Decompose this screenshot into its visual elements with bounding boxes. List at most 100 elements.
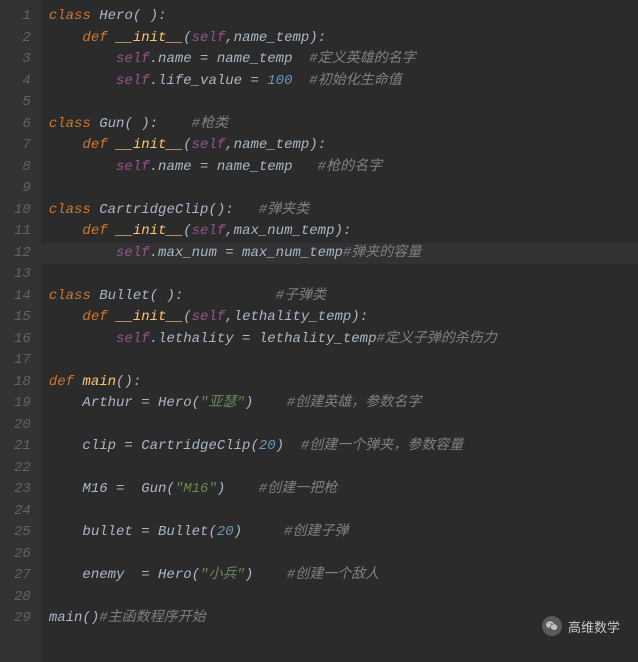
line-number: 17 [14, 350, 31, 372]
token: __init__ [116, 223, 183, 239]
token: , [225, 137, 233, 153]
token: class [49, 116, 99, 132]
token: def [49, 374, 83, 390]
token: .name = name_temp [150, 51, 310, 67]
token: ( [183, 309, 191, 325]
line-number: 19 [14, 393, 31, 415]
token: , [225, 309, 233, 325]
token: self [116, 159, 150, 175]
line-number: 27 [14, 565, 31, 587]
token: __init__ [116, 309, 183, 325]
code-line[interactable]: self.name = name_temp #定义英雄的名字 [41, 49, 638, 71]
line-number: 23 [14, 479, 31, 501]
line-number: 1 [14, 6, 31, 28]
code-line[interactable] [41, 264, 638, 286]
token [49, 309, 83, 325]
token [49, 73, 116, 89]
token: #定义子弹的杀伤力 [376, 331, 496, 347]
code-line[interactable] [41, 458, 638, 480]
token: def [82, 30, 116, 46]
line-number: 20 [14, 415, 31, 437]
token: , [225, 30, 233, 46]
token [49, 331, 116, 347]
token [49, 51, 116, 67]
token: ( [183, 30, 191, 46]
token: lethality_temp [234, 309, 352, 325]
code-line[interactable]: def __init__(self,name_temp): [41, 135, 638, 157]
line-number: 22 [14, 458, 31, 480]
code-line[interactable]: def main(): [41, 372, 638, 394]
line-number: 24 [14, 501, 31, 523]
watermark: 高维数学 [542, 616, 620, 636]
wechat-icon [542, 616, 562, 636]
line-number: 15 [14, 307, 31, 329]
code-line[interactable]: def __init__(self,name_temp): [41, 28, 638, 50]
line-number-gutter: 1234567891011121314151617181920212223242… [0, 0, 41, 662]
code-line[interactable]: class Gun( ): #枪类 [41, 114, 638, 136]
token: 20 [259, 438, 276, 454]
code-area[interactable]: class Hero( ): def __init__(self,name_te… [41, 0, 638, 662]
token: "M16" [175, 481, 217, 497]
token: 100 [267, 73, 292, 89]
code-line[interactable] [41, 587, 638, 609]
code-line[interactable]: def __init__(self,max_num_temp): [41, 221, 638, 243]
code-line[interactable]: self.lethality = lethality_temp#定义子弹的杀伤力 [41, 329, 638, 351]
code-line[interactable]: self.max_num = max_num_temp#弹夹的容量 [41, 243, 638, 265]
token: name_temp [234, 137, 310, 153]
token: ( [183, 223, 191, 239]
token: self [116, 51, 150, 67]
token: (): [116, 374, 141, 390]
token: ) [234, 524, 284, 540]
token: ): [335, 223, 352, 239]
code-line[interactable]: def __init__(self,lethality_temp): [41, 307, 638, 329]
token: __init__ [116, 137, 183, 153]
line-number: 18 [14, 372, 31, 394]
line-number: 3 [14, 49, 31, 71]
token: ) [276, 438, 301, 454]
token: Hero [99, 8, 133, 24]
token: #初始化生命值 [309, 73, 401, 89]
token [49, 137, 83, 153]
code-line[interactable] [41, 501, 638, 523]
token: ( ): [133, 8, 167, 24]
code-line[interactable] [41, 415, 638, 437]
line-number: 2 [14, 28, 31, 50]
code-line[interactable]: M16 = Gun("M16") #创建一把枪 [41, 479, 638, 501]
token: #创建英雄，参数名字 [287, 395, 421, 411]
code-line[interactable]: class Hero( ): [41, 6, 638, 28]
token: #子弹类 [276, 288, 326, 304]
code-line[interactable]: Arthur = Hero("亚瑟") #创建英雄，参数名字 [41, 393, 638, 415]
code-line[interactable] [41, 178, 638, 200]
code-line[interactable] [41, 350, 638, 372]
token: .max_num = max_num_temp [150, 245, 343, 261]
code-line[interactable]: class CartridgeClip(): #弹夹类 [41, 200, 638, 222]
token: self [192, 137, 226, 153]
token: #主函数程序开始 [99, 610, 205, 626]
token: ) [217, 481, 259, 497]
line-number: 28 [14, 587, 31, 609]
code-line[interactable] [41, 544, 638, 566]
line-number: 14 [14, 286, 31, 308]
code-line[interactable]: class Bullet( ): #子弹类 [41, 286, 638, 308]
token: ): [309, 137, 326, 153]
token: , [225, 223, 233, 239]
code-line[interactable]: clip = CartridgeClip(20) #创建一个弹夹，参数容量 [41, 436, 638, 458]
code-line[interactable]: self.name = name_temp #枪的名字 [41, 157, 638, 179]
token: __init__ [116, 30, 183, 46]
code-line[interactable]: enemy = Hero("小兵") #创建一个敌人 [41, 565, 638, 587]
line-number: 10 [14, 200, 31, 222]
token [49, 223, 83, 239]
line-number: 8 [14, 157, 31, 179]
token: ( ): [150, 288, 276, 304]
token: ) [245, 567, 287, 583]
token: self [192, 223, 226, 239]
line-number: 6 [14, 114, 31, 136]
token [49, 30, 83, 46]
line-number: 16 [14, 329, 31, 351]
code-line[interactable]: self.life_value = 100 #初始化生命值 [41, 71, 638, 93]
code-line[interactable]: bullet = Bullet(20) #创建子弹 [41, 522, 638, 544]
token [292, 73, 309, 89]
token: def [82, 309, 116, 325]
code-line[interactable] [41, 92, 638, 114]
code-editor[interactable]: 1234567891011121314151617181920212223242… [0, 0, 638, 662]
